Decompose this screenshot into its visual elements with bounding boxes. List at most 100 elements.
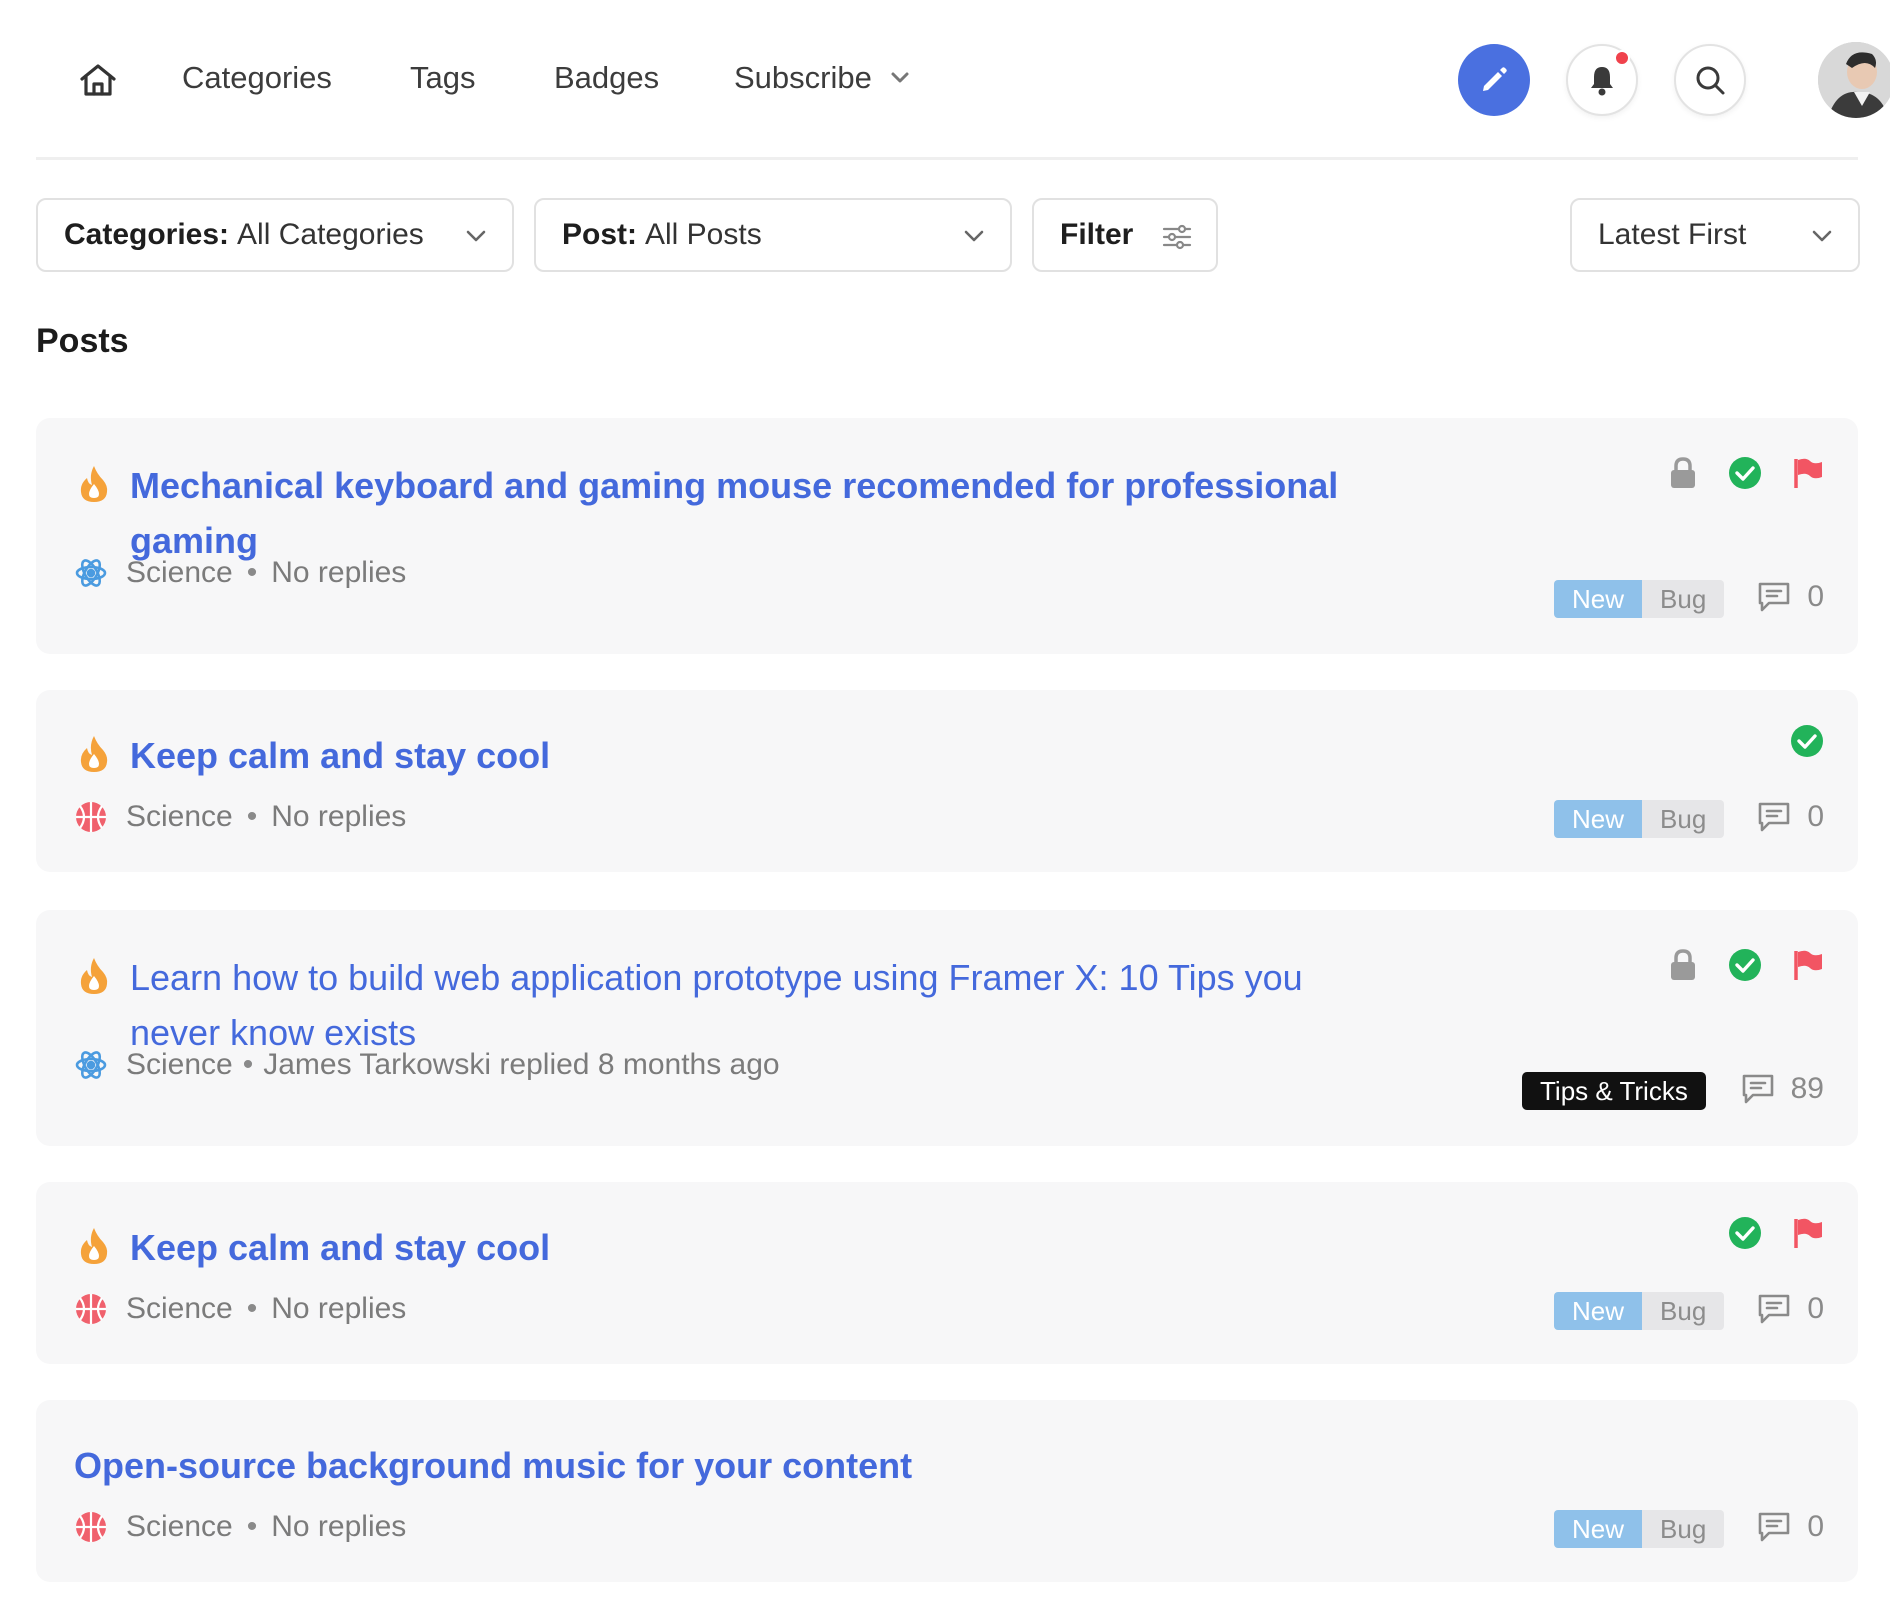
reply-count-value: 89: [1790, 1072, 1824, 1105]
comment-icon: [1742, 1074, 1773, 1104]
post-card: Mechanical keyboard and gaming mouse rec…: [36, 418, 1858, 654]
lock-icon: [1671, 949, 1695, 980]
nav-badges[interactable]: Badges: [554, 60, 659, 96]
tag-tips-and-tricks[interactable]: Tips & Tricks: [1522, 1072, 1706, 1110]
flag-icon: [1794, 950, 1822, 980]
check-circle-icon: [1729, 457, 1761, 489]
flame-icon: [80, 466, 108, 502]
meta-separator: •: [246, 1292, 258, 1325]
post-category[interactable]: Science: [126, 1048, 233, 1082]
post-tags: New Bug: [1554, 1292, 1725, 1330]
flame-icon: [80, 958, 108, 994]
post-filter-select[interactable]: Post: All Posts: [534, 198, 1012, 272]
post-activity: No replies: [271, 556, 407, 589]
post-card: Keep calm and stay cool Science • No rep…: [36, 1182, 1858, 1364]
user-avatar[interactable]: [1818, 42, 1890, 118]
avatar-image: [1818, 42, 1890, 118]
bell-icon: [1591, 67, 1613, 96]
tag-bug[interactable]: Bug: [1642, 1292, 1725, 1330]
meta-separator: •: [246, 800, 258, 833]
reply-count: 0: [1757, 1510, 1824, 1544]
tag-bug[interactable]: Bug: [1642, 580, 1725, 618]
meta-separator: •: [242, 1048, 254, 1081]
sort-value: Latest First: [1598, 218, 1747, 251]
post-filter-value: All Posts: [645, 218, 762, 251]
home-button[interactable]: [70, 56, 126, 104]
check-circle-icon: [1729, 949, 1761, 981]
filter-button[interactable]: Filter: [1032, 198, 1218, 272]
reply-count: 89: [1741, 1072, 1824, 1106]
post-category[interactable]: Science: [126, 1510, 233, 1544]
post-activity: No replies: [271, 800, 407, 833]
lock-icon: [1671, 457, 1695, 488]
post-tags: New Bug: [1554, 800, 1725, 838]
reply-count-value: 0: [1807, 1292, 1824, 1325]
post-category[interactable]: Science: [126, 556, 233, 590]
reply-count: 0: [1757, 1292, 1824, 1326]
post-title[interactable]: Learn how to build web application proto…: [130, 950, 1303, 1005]
comment-icon: [1759, 802, 1790, 832]
sort-select[interactable]: Latest First: [1570, 198, 1860, 272]
filter-label: Filter: [1060, 218, 1134, 251]
basketball-icon: [76, 1512, 106, 1542]
tag-new[interactable]: New: [1554, 1510, 1643, 1548]
post-activity: No replies: [271, 1292, 407, 1325]
flag-icon: [1794, 458, 1822, 488]
categories-filter-value: All Categories: [237, 218, 424, 251]
post-card: Open-source background music for your co…: [36, 1400, 1858, 1582]
basketball-icon: [76, 802, 106, 832]
post-activity: James Tarkowski replied 8 months ago: [263, 1048, 780, 1081]
reply-count-value: 0: [1807, 1510, 1824, 1543]
pencil-icon: [1483, 67, 1507, 91]
check-circle-icon: [1791, 725, 1823, 757]
page-title: Posts: [36, 322, 129, 360]
post-tags: New Bug: [1554, 1510, 1725, 1548]
tag-new[interactable]: New: [1554, 1292, 1643, 1330]
flame-icon: [80, 736, 108, 772]
nav-categories[interactable]: Categories: [182, 60, 332, 96]
post-card: Learn how to build web application proto…: [36, 910, 1858, 1146]
search-icon: [1696, 66, 1725, 95]
reply-count-value: 0: [1807, 800, 1824, 833]
post-category[interactable]: Science: [126, 800, 233, 834]
new-post-button[interactable]: [1458, 44, 1530, 116]
comment-icon: [1759, 1294, 1790, 1324]
chevron-down-icon: [466, 230, 486, 242]
chevron-down-icon: [964, 230, 984, 242]
post-category[interactable]: Science: [126, 1292, 233, 1326]
tag-bug[interactable]: Bug: [1642, 800, 1725, 838]
search-button[interactable]: [1674, 44, 1746, 116]
flag-icon: [1794, 1218, 1822, 1248]
notifications-button[interactable]: [1566, 44, 1638, 116]
nav-subscribe-dropdown[interactable]: Subscribe: [734, 60, 910, 96]
post-activity: No replies: [271, 1510, 407, 1543]
comment-icon: [1759, 582, 1790, 612]
meta-separator: •: [246, 556, 258, 589]
notification-dot: [1614, 50, 1630, 66]
reply-count: 0: [1757, 580, 1824, 614]
comment-icon: [1759, 1512, 1790, 1542]
post-card: Keep calm and stay cool Science • No rep…: [36, 690, 1858, 872]
post-title[interactable]: Mechanical keyboard and gaming mouse rec…: [130, 458, 1338, 513]
chevron-down-icon: [891, 72, 909, 83]
home-icon: [80, 64, 116, 96]
post-title[interactable]: Open-source background music for your co…: [74, 1438, 912, 1493]
atom-icon: [75, 559, 107, 587]
top-navigation: Categories Tags Badges Subscribe: [36, 0, 1890, 160]
nav-tags[interactable]: Tags: [410, 60, 475, 96]
reply-count: 0: [1757, 800, 1824, 834]
meta-separator: •: [246, 1510, 258, 1543]
tag-bug[interactable]: Bug: [1642, 1510, 1725, 1548]
chevron-down-icon: [1812, 230, 1832, 242]
tag-new[interactable]: New: [1554, 580, 1643, 618]
check-circle-icon: [1729, 1217, 1761, 1249]
categories-filter-select[interactable]: Categories: All Categories: [36, 198, 514, 272]
basketball-icon: [76, 1294, 106, 1324]
sliders-icon: [1162, 224, 1192, 250]
flame-icon: [80, 1228, 108, 1264]
post-title[interactable]: Keep calm and stay cool: [130, 1220, 550, 1275]
tag-new[interactable]: New: [1554, 800, 1643, 838]
post-title[interactable]: Keep calm and stay cool: [130, 728, 550, 783]
post-tags: New Bug: [1554, 580, 1725, 618]
nav-subscribe-label: Subscribe: [734, 60, 872, 95]
